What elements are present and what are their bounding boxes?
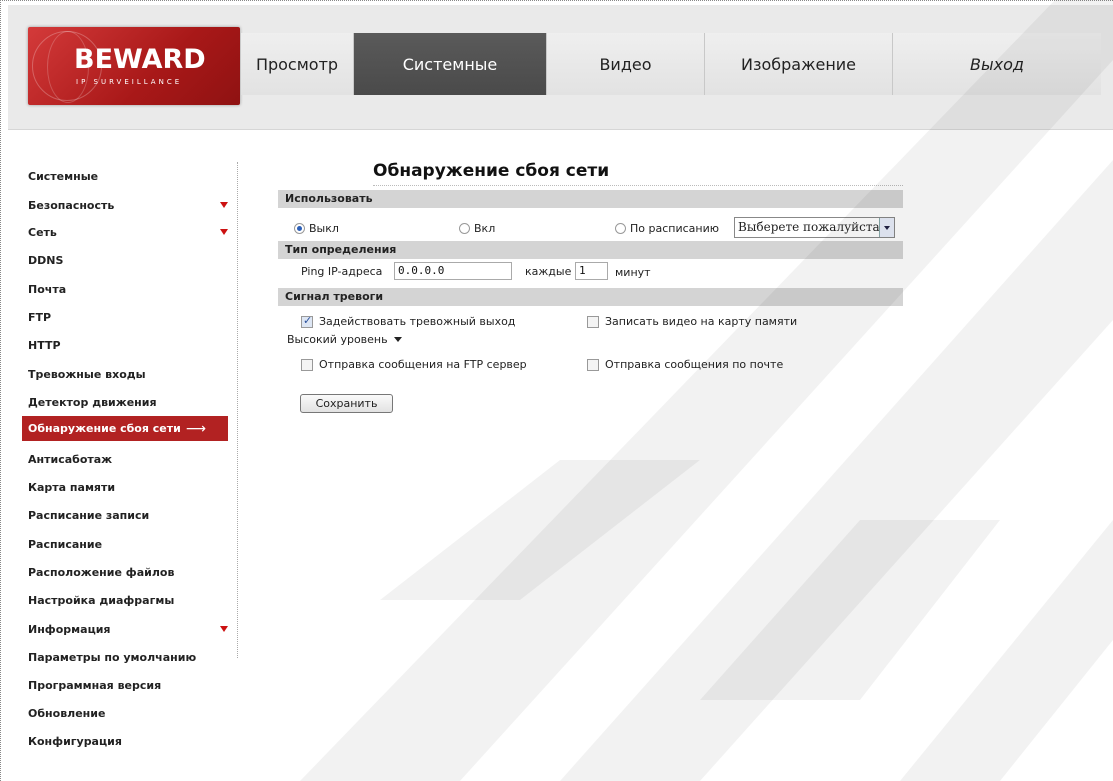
- expand-arrow-icon[interactable]: [220, 202, 228, 208]
- sidebar-item-record-schedule[interactable]: Расписание записи: [22, 503, 228, 528]
- ftp-label: Отправка сообщения на FTP сервер: [319, 358, 527, 371]
- header: BEWARD IP SURVEILLANCE Просмотр Системны…: [8, 5, 1113, 130]
- expand-arrow-icon[interactable]: [220, 626, 228, 632]
- nav-exit[interactable]: Выход: [893, 33, 1101, 95]
- expand-arrow-icon[interactable]: [220, 229, 228, 235]
- sidebar-item-label: Антисаботаж: [28, 453, 113, 466]
- sidebar-item-label: Системные: [28, 170, 99, 183]
- sidebar-item-defaults[interactable]: Параметры по умолчанию: [22, 645, 228, 670]
- chevron-down-icon[interactable]: [879, 218, 894, 237]
- brand-logo: BEWARD IP SURVEILLANCE: [28, 27, 240, 105]
- logo-text: BEWARD: [74, 44, 206, 75]
- radio-schedule-label: По расписанию: [630, 222, 719, 235]
- ip-address-input[interactable]: 0.0.0.0: [394, 262, 512, 280]
- mail-label: Отправка сообщения по почте: [605, 358, 784, 371]
- alarm-output-checkbox[interactable]: [301, 314, 313, 328]
- sidebar-item-http[interactable]: HTTP: [22, 333, 228, 358]
- sidebar-item-label: Сеть: [28, 226, 57, 239]
- sidebar-item-ftp[interactable]: FTP: [22, 305, 228, 330]
- schedule-select[interactable]: Выберете пожалуйста...: [734, 217, 895, 238]
- sidebar-item-label: Карта памяти: [28, 481, 116, 494]
- section-alarm-header: Сигнал тревоги: [278, 288, 903, 306]
- sidebar-item-security[interactable]: Безопасность: [22, 193, 228, 218]
- sidebar-item-tamper[interactable]: Антисаботаж: [22, 447, 228, 472]
- mail-checkbox[interactable]: [587, 358, 599, 371]
- alarm-output-checkbox-row[interactable]: Задействовать тревожный выход: [301, 314, 516, 328]
- sidebar-item-update[interactable]: Обновление: [22, 701, 228, 726]
- sidebar-item-label: Обновление: [28, 707, 106, 720]
- sidebar-item-label: Параметры по умолчанию: [28, 651, 197, 664]
- sidebar-item-schedule[interactable]: Расписание: [22, 532, 228, 557]
- sidebar-item-label: Почта: [28, 283, 67, 296]
- title-divider: [373, 185, 903, 186]
- sidebar: Системные Безопасность Сеть DDNS Почта F…: [22, 162, 238, 664]
- record-checkbox[interactable]: [587, 315, 599, 328]
- ftp-checkbox[interactable]: [301, 358, 313, 371]
- sidebar-item-mail[interactable]: Почта: [22, 277, 228, 302]
- sidebar-item-label: Безопасность: [28, 199, 115, 212]
- top-nav: Просмотр Системные Видео Изображение Вых…: [241, 33, 1101, 95]
- sidebar-item-ddns[interactable]: DDNS: [22, 248, 228, 273]
- sidebar-item-info[interactable]: Информация: [22, 617, 228, 642]
- sidebar-item-alarm-inputs[interactable]: Тревожные входы: [22, 362, 228, 387]
- sidebar-item-label: Детектор движения: [28, 396, 157, 409]
- page-title: Обнаружение сбоя сети: [373, 161, 610, 181]
- right-arrow-icon: ⟶: [185, 420, 206, 437]
- sidebar-item-label: Расположение файлов: [28, 566, 175, 579]
- interval-input[interactable]: 1: [575, 262, 608, 280]
- sidebar-item-label: Настройка диафрагмы: [28, 594, 175, 607]
- nav-video[interactable]: Видео: [547, 33, 705, 95]
- sidebar-item-file-location[interactable]: Расположение файлов: [22, 560, 228, 585]
- alarm-output-label: Задействовать тревожный выход: [319, 315, 516, 328]
- sidebar-item-motion-detection[interactable]: Детектор движения: [22, 390, 228, 415]
- sidebar-item-label: Обнаружение сбоя сети: [28, 422, 181, 435]
- sidebar-item-label: Расписание: [28, 538, 103, 551]
- sidebar-item-label: DDNS: [28, 254, 64, 267]
- sidebar-item-label: Конфигурация: [28, 735, 122, 748]
- every-label: каждые: [525, 265, 572, 278]
- sidebar-item-network-failure[interactable]: Обнаружение сбоя сети ⟶: [22, 416, 228, 441]
- ftp-checkbox-row[interactable]: Отправка сообщения на FTP сервер: [301, 358, 527, 371]
- section-use-header: Использовать: [278, 190, 903, 208]
- level-select-value: Высокий уровень: [287, 333, 388, 346]
- radio-schedule-indicator[interactable]: [615, 223, 626, 234]
- radio-off-label: Выкл: [309, 222, 339, 235]
- nav-view[interactable]: Просмотр: [241, 33, 354, 95]
- radio-on-label: Вкл: [474, 222, 496, 235]
- nav-image[interactable]: Изображение: [705, 33, 893, 95]
- ping-label: Ping IP-адреса: [301, 265, 383, 278]
- nav-system[interactable]: Системные: [354, 33, 547, 95]
- level-select[interactable]: Высокий уровень: [287, 333, 402, 346]
- sidebar-item-firmware-version[interactable]: Программная версия: [22, 673, 228, 698]
- sidebar-item-label: Расписание записи: [28, 509, 150, 522]
- schedule-select-value: Выберете пожалуйста...: [738, 220, 892, 234]
- sidebar-item-iris[interactable]: Настройка диафрагмы: [22, 588, 228, 613]
- record-label: Записать видео на карту памяти: [605, 315, 798, 328]
- sidebar-item-system[interactable]: Системные: [22, 164, 228, 189]
- sidebar-item-label: FTP: [28, 311, 52, 324]
- sidebar-item-memory-card[interactable]: Карта памяти: [22, 475, 228, 500]
- record-checkbox-row[interactable]: Записать видео на карту памяти: [587, 315, 797, 328]
- sidebar-item-label: Тревожные входы: [28, 368, 146, 381]
- section-detection-header: Тип определения: [278, 241, 903, 259]
- sidebar-item-label: Программная версия: [28, 679, 162, 692]
- logo-tagline: IP SURVEILLANCE: [76, 78, 183, 86]
- radio-schedule[interactable]: По расписанию: [615, 222, 719, 235]
- mail-checkbox-row[interactable]: Отправка сообщения по почте: [587, 358, 783, 371]
- radio-on-indicator[interactable]: [459, 223, 470, 234]
- sidebar-item-label: HTTP: [28, 339, 61, 352]
- radio-off[interactable]: Выкл: [294, 222, 339, 235]
- chevron-down-icon[interactable]: [393, 337, 402, 342]
- save-button[interactable]: Сохранить: [300, 394, 393, 413]
- sidebar-item-network[interactable]: Сеть: [22, 220, 228, 245]
- radio-off-indicator[interactable]: [294, 223, 305, 234]
- sidebar-item-configuration[interactable]: Конфигурация: [22, 729, 228, 754]
- minutes-label: минут: [615, 266, 651, 279]
- sidebar-item-label: Информация: [28, 623, 111, 636]
- radio-on[interactable]: Вкл: [459, 222, 495, 235]
